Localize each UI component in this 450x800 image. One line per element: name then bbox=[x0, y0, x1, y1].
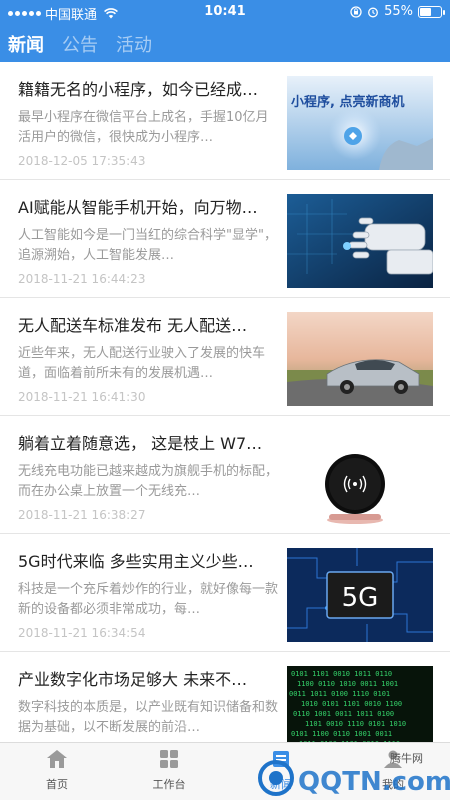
svg-text:0101 1101 0010 1011 0110: 0101 1101 0010 1011 0110 bbox=[291, 670, 392, 678]
svg-text:0110 1001 0011 1011 0100: 0110 1001 0011 1011 0100 bbox=[293, 710, 394, 718]
news-summary: 人工智能如今是一门当红的综合科学"显学"，追源溯始，人工智能发展… bbox=[18, 228, 277, 263]
news-date: 2018-11-21 16:44:23 bbox=[18, 272, 146, 286]
svg-text:0011 1011 0100 1110 0101: 0011 1011 0100 1110 0101 bbox=[289, 690, 390, 698]
tabbar-home-label: 首页 bbox=[46, 778, 68, 791]
news-title: 躺着立着随意选， 这是枝上 W7… bbox=[18, 434, 263, 453]
battery-icon bbox=[418, 5, 445, 18]
thumb-caption: 5G bbox=[342, 583, 379, 613]
news-thumbnail: 5G bbox=[287, 548, 433, 642]
watermark-logo: 腾牛网 QQTN.com bbox=[258, 751, 450, 797]
news-thumbnail bbox=[287, 430, 433, 524]
tabbar-workbench[interactable]: 工作台 bbox=[124, 749, 214, 792]
svg-text:0101 1100 0110 1001 0011: 0101 1100 0110 1001 0011 bbox=[291, 730, 392, 738]
news-thumbnail bbox=[287, 194, 433, 288]
status-right: 55% bbox=[350, 4, 445, 19]
status-bar: 中国联通 10:41 55% bbox=[0, 0, 450, 24]
news-date: 2018-11-21 16:41:30 bbox=[18, 390, 146, 404]
svg-text:1010 0101 1101 0010 1100: 1010 0101 1101 0010 1100 bbox=[301, 700, 402, 708]
news-thumbnail: 小程序, 点亮新商机 bbox=[287, 76, 433, 170]
header-tabs: 新闻 公告 活动 bbox=[8, 31, 152, 57]
news-thumbnail: 0101 1101 0010 1011 0110 1100 0110 1010 … bbox=[287, 666, 433, 742]
tab-news[interactable]: 新闻 bbox=[8, 31, 44, 57]
tab-activities[interactable]: 活动 bbox=[116, 31, 152, 57]
orientation-lock-icon bbox=[350, 5, 362, 18]
battery-percent: 55% bbox=[384, 4, 413, 19]
news-summary: 无线充电功能已越来越成为旗舰手机的标配，而在办公桌上放置一个无线充… bbox=[18, 464, 279, 499]
news-list: 籍籍无名的小程序，如今已经成… 最早小程序在微信平台上成名，手握10亿月活用户的… bbox=[0, 62, 450, 742]
thumb-caption: 小程序, 点亮新商机 bbox=[291, 94, 404, 110]
svg-text:1101 0010 1110 0101 1010: 1101 0010 1110 0101 1010 bbox=[305, 720, 406, 728]
grid-icon bbox=[160, 750, 178, 768]
news-item[interactable]: 5G时代来临 多些实用主义少些… 科技是一个充斥着炒作的行业，就好像每一款新的设… bbox=[0, 534, 450, 652]
news-item[interactable]: 躺着立着随意选， 这是枝上 W7… 无线充电功能已越来越成为旗舰手机的标配，而在… bbox=[0, 416, 450, 534]
news-summary: 近些年来，无人配送行业驶入了发展的快车道，面临着前所未有的发展机遇… bbox=[18, 346, 266, 381]
news-thumbnail bbox=[287, 312, 433, 406]
news-item[interactable]: 籍籍无名的小程序，如今已经成… 最早小程序在微信平台上成名，手握10亿月活用户的… bbox=[0, 62, 450, 180]
alarm-icon bbox=[368, 7, 379, 17]
news-item[interactable]: AI赋能从智能手机开始，向万物… 人工智能如今是一门当红的综合科学"显学"，追源… bbox=[0, 180, 450, 298]
news-date: 2018-11-21 16:38:27 bbox=[18, 508, 146, 522]
top-bar: 中国联通 10:41 55% 新闻 公告 活动 bbox=[0, 0, 450, 62]
news-date: 2018-12-05 17:35:43 bbox=[18, 154, 146, 168]
news-title: AI赋能从智能手机开始，向万物… bbox=[18, 198, 258, 217]
news-item[interactable]: 产业数字化市场足够大 未来不… 数字科技的本质是，以产业既有知识储备和数据为基础… bbox=[0, 652, 450, 742]
watermark-brand: 腾牛网 bbox=[390, 751, 423, 765]
tabbar-workbench-label: 工作台 bbox=[152, 778, 186, 791]
news-title: 5G时代来临 多些实用主义少些… bbox=[18, 552, 254, 571]
news-summary: 最早小程序在微信平台上成名，手握10亿月活用户的微信，很快成为小程序… bbox=[18, 110, 269, 145]
home-icon bbox=[47, 750, 67, 768]
tab-announcements[interactable]: 公告 bbox=[62, 31, 98, 57]
news-item[interactable]: 无人配送车标准发布 无人配送… 近些年来，无人配送行业驶入了发展的快车道，面临着… bbox=[0, 298, 450, 416]
tabbar-home[interactable]: 首页 bbox=[12, 749, 102, 792]
watermark-logo-text: QQTN.com bbox=[298, 767, 450, 797]
news-title: 籍籍无名的小程序，如今已经成… bbox=[18, 80, 259, 99]
news-title: 无人配送车标准发布 无人配送… bbox=[18, 316, 248, 335]
news-date: 2018-11-21 16:34:54 bbox=[18, 626, 146, 640]
news-summary: 科技是一个充斥着炒作的行业，就好像每一款新的设备都必须非常成功，每… bbox=[18, 582, 279, 617]
svg-text:1100 0110 1010 0011 1001: 1100 0110 1010 0011 1001 bbox=[297, 680, 398, 688]
news-summary: 数字科技的本质是，以产业既有知识储备和数据为基础，以不断发展的前沿… bbox=[18, 700, 279, 735]
news-title: 产业数字化市场足够大 未来不… bbox=[18, 670, 248, 689]
